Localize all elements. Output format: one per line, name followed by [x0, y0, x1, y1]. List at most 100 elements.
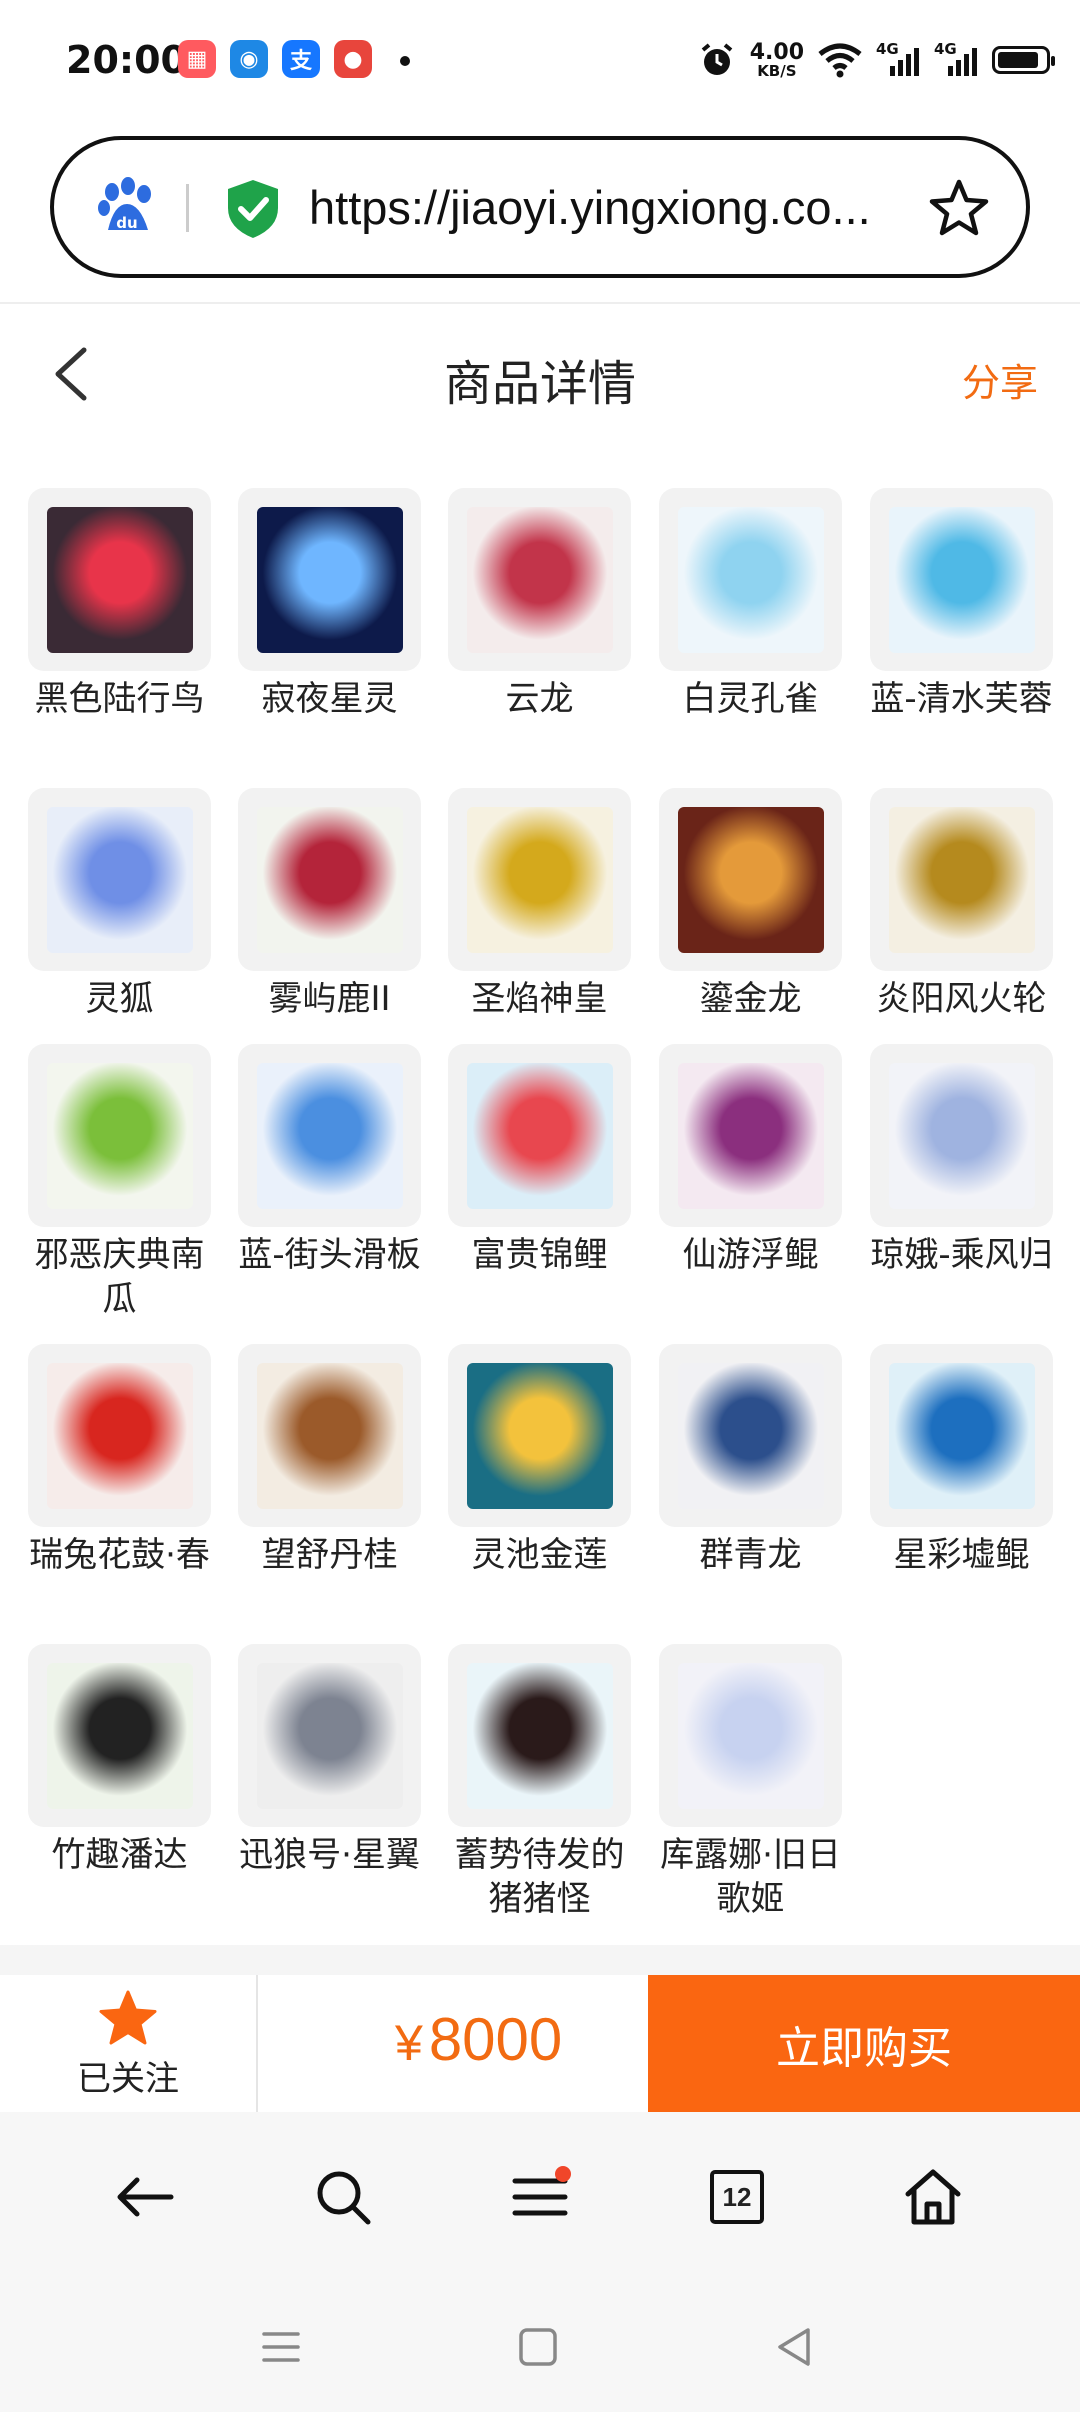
skin-name: 蓝-清水芙蓉 [870, 679, 1053, 719]
skin-thumbnail[interactable] [28, 1044, 211, 1227]
skin-name: 仙游浮鲲 [682, 1235, 819, 1275]
skin-thumbnail[interactable] [659, 788, 842, 971]
skin-item-cloud-dragon[interactable]: 云龙 [448, 488, 631, 721]
skin-thumbnail[interactable] [659, 1644, 842, 1827]
skin-thumbnail[interactable] [238, 1044, 421, 1227]
skin-thumbnail[interactable] [659, 1344, 842, 1527]
skin-image [677, 806, 824, 953]
wifi-icon [818, 43, 862, 78]
skin-item-pig-monster[interactable]: 蓄势待发的猪猪怪 [448, 1644, 631, 1921]
skin-item-evil-pumpkin[interactable]: 邪恶庆典南瓜 [28, 1044, 211, 1321]
skin-thumbnail[interactable] [28, 488, 211, 671]
skin-thumbnail[interactable] [28, 788, 211, 971]
cellular-signal-icon-2: 4G [934, 40, 978, 78]
skin-thumbnail[interactable] [659, 1044, 842, 1227]
skin-item-silent-night-spirit[interactable]: 寂夜星灵 [238, 488, 421, 721]
buy-now-button[interactable]: 立即购买 [648, 1975, 1080, 2112]
recent-apps-icon[interactable] [256, 2322, 306, 2372]
tabs-button[interactable]: 12 [702, 2162, 772, 2232]
skin-thumbnail[interactable] [28, 1644, 211, 1827]
skin-name: 迅狼号·星翼 [239, 1835, 420, 1875]
skin-name: 邪恶庆典南瓜 [34, 1235, 205, 1319]
skin-item-white-peacock[interactable]: 白灵孔雀 [659, 488, 842, 721]
skin-item-moon-osmanthus[interactable]: 望舒丹桂 [238, 1344, 421, 1577]
notification-dot-icon [400, 56, 410, 66]
arrow-left-icon [117, 2177, 174, 2217]
browser-toolbar: 12 [0, 2112, 1080, 2282]
skin-image [888, 1062, 1035, 1209]
skin-name: 灵狐 [85, 979, 154, 1019]
skin-item-wolf-starwing[interactable]: 迅狼号·星翼 [238, 1644, 421, 1877]
url-text[interactable]: https://jiaoyi.yingxiong.co... [309, 180, 949, 235]
purchase-bar: 已关注 ¥8000 立即购买 [0, 1975, 1080, 2112]
skin-thumbnail[interactable] [870, 488, 1053, 671]
skin-thumbnail[interactable] [659, 488, 842, 671]
skin-item-mist-deer[interactable]: 雾屿鹿II [238, 788, 421, 1021]
skin-thumbnail[interactable] [448, 1344, 631, 1527]
skin-item-koi[interactable]: 富贵锦鲤 [448, 1044, 631, 1277]
skin-item-blue-skateboard[interactable]: 蓝-街头滑板 [238, 1044, 421, 1277]
skin-thumbnail[interactable] [238, 1344, 421, 1527]
skin-item-blue-lotus[interactable]: 蓝-清水芙蓉 [870, 488, 1053, 721]
follow-button[interactable]: 已关注 [0, 1975, 256, 2112]
browser-back-button[interactable] [110, 2162, 180, 2232]
skin-item-floating-kun[interactable]: 仙游浮鲲 [659, 1044, 842, 1277]
skin-item-black-chocobo[interactable]: 黑色陆行鸟 [28, 488, 211, 721]
address-bar[interactable]: du https://jiaoyi.yingxiong.co... [50, 136, 1030, 278]
menu-button[interactable] [505, 2162, 575, 2232]
skin-image [466, 1362, 613, 1509]
system-home-icon[interactable] [513, 2322, 563, 2372]
skin-thumbnail[interactable] [448, 1644, 631, 1827]
battery-icon [992, 46, 1055, 74]
skin-thumbnail[interactable] [28, 1344, 211, 1527]
skin-image [256, 1662, 403, 1809]
skin-item-gilded-dragon[interactable]: 鎏金龙 [659, 788, 842, 1021]
search-button[interactable] [308, 2162, 378, 2232]
skin-item-star-kun[interactable]: 星彩墟鲲 [870, 1344, 1053, 1577]
tab-count: 12 [710, 2170, 764, 2224]
skin-name: 群青龙 [699, 1535, 802, 1575]
skin-name: 望舒丹桂 [261, 1535, 398, 1575]
skin-item-azure-dragon[interactable]: 群青龙 [659, 1344, 842, 1577]
skin-name: 星彩墟鲲 [893, 1535, 1030, 1575]
system-back-icon[interactable] [770, 2322, 820, 2372]
skin-item-golden-lotus[interactable]: 灵池金莲 [448, 1344, 631, 1577]
currency-symbol: ¥ [395, 2015, 423, 2071]
skin-thumbnail[interactable] [448, 1044, 631, 1227]
skin-name: 蓝-街头滑板 [238, 1235, 421, 1275]
skin-name: 圣焰神皇 [471, 979, 608, 1019]
cellular-signal-icon: 4G [876, 40, 920, 78]
skin-name: 蓄势待发的猪猪怪 [454, 1835, 625, 1919]
skin-thumbnail[interactable] [448, 788, 631, 971]
robot-app-icon: ◉ [230, 40, 268, 78]
alipay-icon: 支 [282, 40, 320, 78]
skin-name: 瑞兔花鼓·春 [29, 1535, 210, 1575]
skin-item-spirit-fox[interactable]: 灵狐 [28, 788, 211, 1021]
follow-label: 已关注 [77, 2059, 179, 2099]
home-button[interactable] [898, 2162, 968, 2232]
skin-image [46, 1362, 193, 1509]
share-link[interactable]: 分享 [962, 352, 1038, 407]
baidu-paw-icon[interactable]: du [94, 174, 160, 240]
skin-thumbnail[interactable] [238, 788, 421, 971]
network-speed: 4.00 KB/S [749, 39, 804, 80]
skin-name: 云龙 [505, 679, 574, 719]
secure-shield-icon[interactable] [224, 178, 282, 240]
skin-item-sun-fire-wheel[interactable]: 炎阳风火轮 [870, 788, 1053, 1021]
skin-item-holy-flame-phoenix[interactable]: 圣焰神皇 [448, 788, 631, 1021]
price: ¥8000 [395, 2005, 562, 2074]
skin-thumbnail[interactable] [238, 488, 421, 671]
skin-thumbnail[interactable] [870, 1344, 1053, 1527]
followed-star-icon [99, 1990, 157, 2045]
skin-item-rabbit-drum[interactable]: 瑞兔花鼓·春 [28, 1344, 211, 1577]
bookmark-star-icon[interactable] [928, 178, 990, 240]
skin-thumbnail[interactable] [448, 488, 631, 671]
divider [0, 302, 1080, 304]
skin-thumbnail[interactable] [870, 788, 1053, 971]
skin-thumbnail[interactable] [238, 1644, 421, 1827]
skin-item-kuluna-songstress[interactable]: 库露娜·旧日歌姬 [659, 1644, 842, 1921]
skin-item-bamboo-panda[interactable]: 竹趣潘达 [28, 1644, 211, 1877]
skin-thumbnail[interactable] [870, 1044, 1053, 1227]
skin-item-chang-e[interactable]: 琼娥-乘风归 [870, 1044, 1053, 1277]
screen: 20:00 ▦ ◉ 支 ● 4.00 KB/S 4G 4G du https:/… [0, 0, 1080, 2412]
